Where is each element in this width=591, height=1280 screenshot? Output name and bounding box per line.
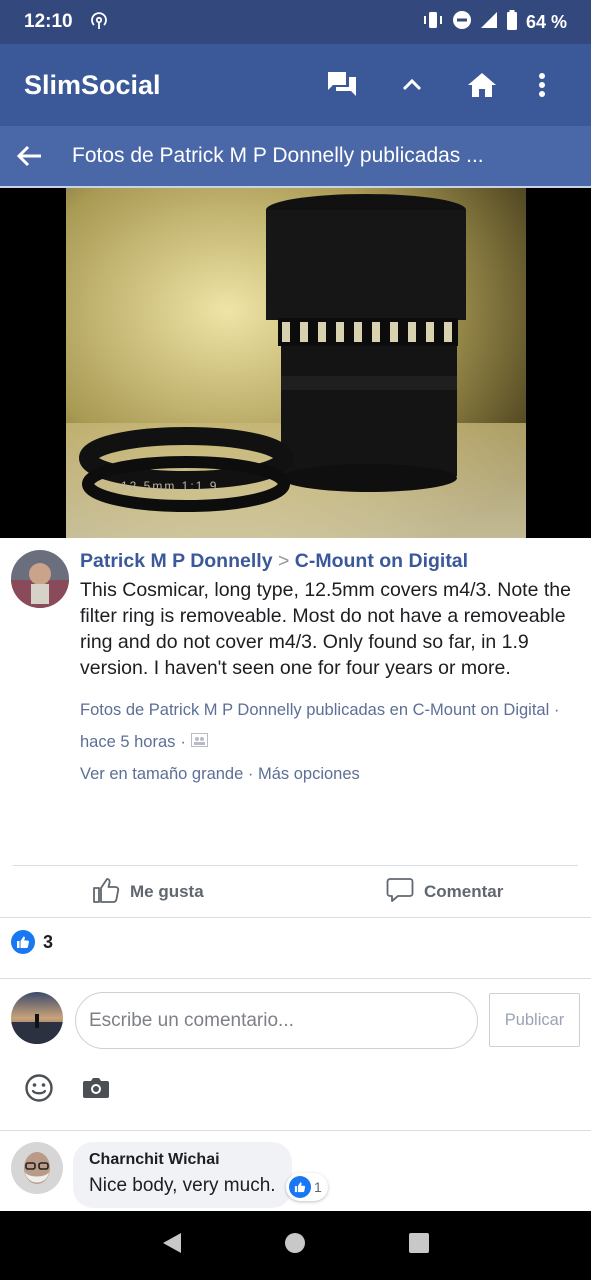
camera-icon[interactable]: [80, 1072, 112, 1104]
reaction-count: 1: [314, 1179, 322, 1195]
post-header: Patrick M P Donnelly > C-Mount on Digita…: [80, 550, 580, 573]
divider: [0, 978, 591, 979]
like-badge-icon: [289, 1176, 311, 1198]
like-badge-icon: [11, 930, 35, 954]
more-options-link[interactable]: Más opciones: [258, 765, 360, 783]
author-avatar[interactable]: [11, 550, 69, 608]
app-actions: [307, 57, 567, 113]
comment-author[interactable]: Charnchit Wichai: [89, 1151, 276, 1169]
options-line: Ver en tamaño grande · Más opciones: [80, 765, 580, 784]
like-count-value: 3: [43, 931, 54, 952]
view-full-size-link[interactable]: Ver en tamaño grande: [80, 765, 243, 783]
time-line: hace 5 horas ·: [80, 733, 580, 752]
battery-icon: [506, 9, 518, 35]
more-vert-icon[interactable]: [517, 57, 567, 113]
comment-reactions[interactable]: 1: [286, 1173, 328, 1201]
dot-separator: ·: [243, 765, 258, 783]
status-time: 12:10: [24, 11, 73, 32]
app-title: SlimSocial: [24, 69, 161, 100]
photo-lens-text: 12.5mm 1:1.9: [121, 479, 218, 493]
post-text: This Cosmicar, long type, 12.5mm covers …: [80, 579, 571, 679]
album-link[interactable]: Fotos de Patrick M P Donnelly publicadas…: [80, 701, 549, 719]
messages-icon[interactable]: [307, 57, 377, 113]
home-icon[interactable]: [447, 57, 517, 113]
chevron-up-icon[interactable]: [377, 57, 447, 113]
sub-header: Fotos de Patrick M P Donnelly publicadas…: [0, 126, 591, 188]
app-bar: SlimSocial: [0, 44, 591, 126]
like-count[interactable]: 3: [11, 930, 53, 954]
divider: [0, 1130, 591, 1131]
publish-button[interactable]: Publicar: [489, 993, 580, 1047]
post-time[interactable]: hace 5 horas: [80, 733, 175, 752]
like-button[interactable]: Me gusta: [92, 876, 204, 909]
status-bar: 12:10 64 %: [0, 0, 591, 44]
system-nav-bar: [0, 1211, 591, 1280]
comment-label: Comentar: [424, 882, 504, 901]
signal-icon: [480, 11, 498, 34]
nav-back-icon[interactable]: [161, 1231, 183, 1260]
post-group-link[interactable]: C-Mount on Digital: [295, 550, 468, 572]
comment-bubble-icon: [386, 876, 414, 909]
like-label: Me gusta: [130, 882, 204, 901]
post-body: Patrick M P Donnelly > C-Mount on Digita…: [80, 550, 580, 784]
comment-button[interactable]: Comentar: [386, 876, 503, 909]
comment-text: Nice body, very much.: [89, 1175, 276, 1196]
header-separator: >: [277, 550, 290, 572]
post-author-link[interactable]: Patrick M P Donnelly: [80, 550, 273, 572]
audience-group-icon: [190, 733, 208, 752]
nav-home-icon[interactable]: [284, 1232, 306, 1259]
album-line: Fotos de Patrick M P Donnelly publicadas…: [80, 701, 580, 720]
divider: [0, 917, 591, 918]
user-avatar: [11, 992, 63, 1044]
comment-input[interactable]: [75, 992, 478, 1049]
post-actions: Me gusta Comentar: [0, 866, 591, 918]
battery-level: 64 %: [525, 11, 567, 32]
commenter-avatar[interactable]: [11, 1142, 63, 1194]
comment-bubble: Charnchit Wichai Nice body, very much.: [73, 1142, 292, 1208]
vibrate-icon: [422, 11, 444, 34]
back-arrow-icon[interactable]: [0, 125, 58, 187]
photo-viewer: 12.5mm 1:1.9: [0, 188, 591, 538]
dot-separator: ·: [180, 733, 186, 751]
post-photo[interactable]: 12.5mm 1:1.9: [66, 188, 526, 538]
emoji-icon[interactable]: [23, 1072, 55, 1104]
thumbs-up-icon: [92, 876, 120, 909]
hotspot-icon: [89, 10, 109, 35]
dnd-icon: [452, 10, 472, 35]
nav-recents-icon[interactable]: [408, 1232, 430, 1259]
dot-separator: ·: [549, 701, 560, 719]
page-title: Fotos de Patrick M P Donnelly publicadas…: [72, 144, 484, 167]
